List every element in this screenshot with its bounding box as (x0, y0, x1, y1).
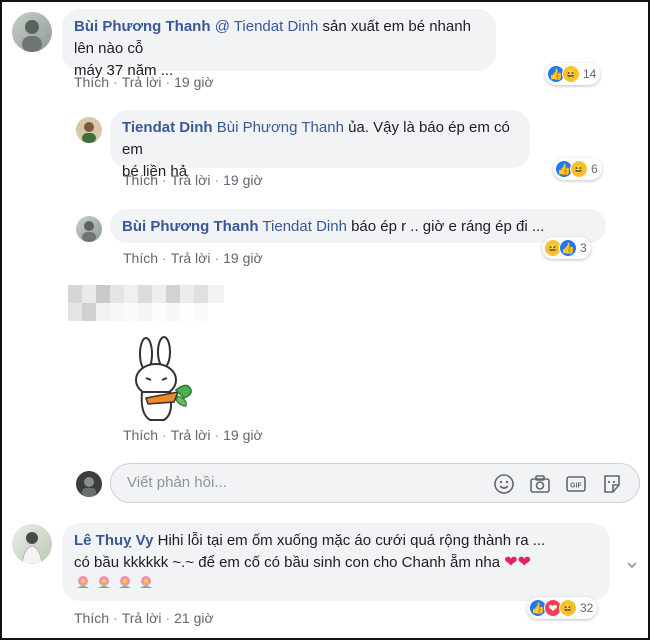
heart-icon: ❤ (504, 554, 518, 571)
comment-author[interactable]: Bùi Phương Thanh (74, 18, 211, 35)
haha-icon: 😆 (570, 160, 588, 178)
bunny-sticker[interactable] (128, 336, 200, 424)
like-icon: 👍 (559, 239, 577, 257)
timestamp[interactable]: 19 giờ (223, 250, 263, 266)
reply-input[interactable]: Viết phản hồi... GIF (110, 463, 640, 503)
like-link[interactable]: Thích (123, 427, 158, 443)
comment-author[interactable]: Bùi Phương Thanh (122, 218, 259, 235)
comment-actions: Thích · Trả lời · 19 giờ (123, 427, 263, 443)
flower-icon (119, 576, 131, 588)
current-user-avatar (76, 471, 102, 497)
comment-bubble: Bùi Phương Thanh Tiendat Dinh báo ép r .… (110, 209, 606, 243)
timestamp[interactable]: 19 giờ (223, 427, 263, 443)
like-link[interactable]: Thích (74, 610, 109, 626)
gif-icon[interactable]: GIF (565, 473, 587, 495)
comment-text: có bầu kkkkkk ~.~ để em cố có bầu sinh c… (74, 554, 501, 571)
smile-icon[interactable] (493, 473, 515, 495)
reaction-count: 3 (580, 241, 587, 255)
comment-thread: Bùi Phương Thanh @ Tiendat Dinh sản xuất… (0, 0, 650, 640)
reaction-summary[interactable]: 👍 ❤ 😆 32 (527, 597, 598, 619)
reply-placeholder: Viết phản hồi... (127, 474, 227, 491)
haha-icon: 😆 (562, 65, 580, 83)
reaction-summary[interactable]: 👍 😆 14 (545, 63, 601, 85)
flower-icon (77, 576, 89, 588)
comment-actions: Thích · Trả lời · 19 giờ (123, 250, 263, 266)
comment-bubble: Bùi Phương Thanh @ Tiendat Dinh sản xuất… (62, 9, 496, 79)
mention-link[interactable]: Tiendat Dinh (262, 218, 347, 235)
comment-text: báo ép r .. giờ e ráng ép đi ... (346, 218, 545, 235)
flower-icon (140, 576, 152, 588)
avatar[interactable] (76, 117, 102, 143)
flower-icon (98, 576, 110, 588)
timestamp[interactable]: 21 giờ (174, 610, 214, 626)
svg-text:GIF: GIF (570, 483, 582, 490)
reply-link[interactable]: Trả lời (171, 427, 211, 443)
haha-icon: 😆 (559, 599, 577, 617)
reply-link[interactable]: Trả lời (122, 74, 162, 90)
reaction-count: 6 (591, 162, 598, 176)
reaction-summary[interactable]: 👍 😆 6 (553, 158, 602, 180)
camera-icon[interactable] (529, 473, 551, 495)
avatar[interactable] (76, 216, 102, 242)
reply-link[interactable]: Trả lời (171, 250, 211, 266)
comment-bubble: Tiendat Dinh Bùi Phương Thanh ủa. Vậy là… (110, 110, 530, 180)
reply-link[interactable]: Trả lời (171, 172, 211, 188)
sticker-icon[interactable] (601, 473, 623, 495)
mention-link[interactable]: Bùi Phương Thanh (217, 119, 344, 136)
reaction-summary[interactable]: 😆 👍 3 (542, 237, 591, 259)
comment-text: Hihi lỗi tại em ốm xuống mặc áo cưới quá… (153, 532, 546, 549)
avatar[interactable] (12, 12, 52, 52)
comment-actions: Thích · Trả lời · 19 giờ (123, 172, 263, 188)
timestamp[interactable]: 19 giờ (174, 74, 214, 90)
comment-actions: Thích · Trả lời · 19 giờ (74, 74, 214, 90)
comment-author[interactable]: Tiendat Dinh (122, 119, 213, 136)
flowers-emoji-row (74, 576, 158, 594)
reply-link[interactable]: Trả lời (122, 610, 162, 626)
reaction-count: 14 (583, 67, 597, 81)
avatar[interactable] (12, 524, 52, 564)
timestamp[interactable]: 19 giờ (223, 172, 263, 188)
like-link[interactable]: Thích (74, 74, 109, 90)
more-options-icon[interactable] (625, 558, 639, 572)
reaction-count: 32 (580, 601, 594, 615)
comment-bubble: Lê Thuỵ Vy Hihi lỗi tại em ốm xuống mặc … (62, 523, 610, 601)
comment-author[interactable]: Lê Thuỵ Vy (74, 532, 153, 549)
like-link[interactable]: Thích (123, 250, 158, 266)
comment-actions: Thích · Trả lời · 21 giờ (74, 610, 214, 626)
like-link[interactable]: Thích (123, 172, 158, 188)
mention-link[interactable]: @ Tiendat Dinh (215, 18, 319, 35)
blurred-author (68, 285, 224, 321)
heart-icon: ❤ (517, 554, 532, 571)
